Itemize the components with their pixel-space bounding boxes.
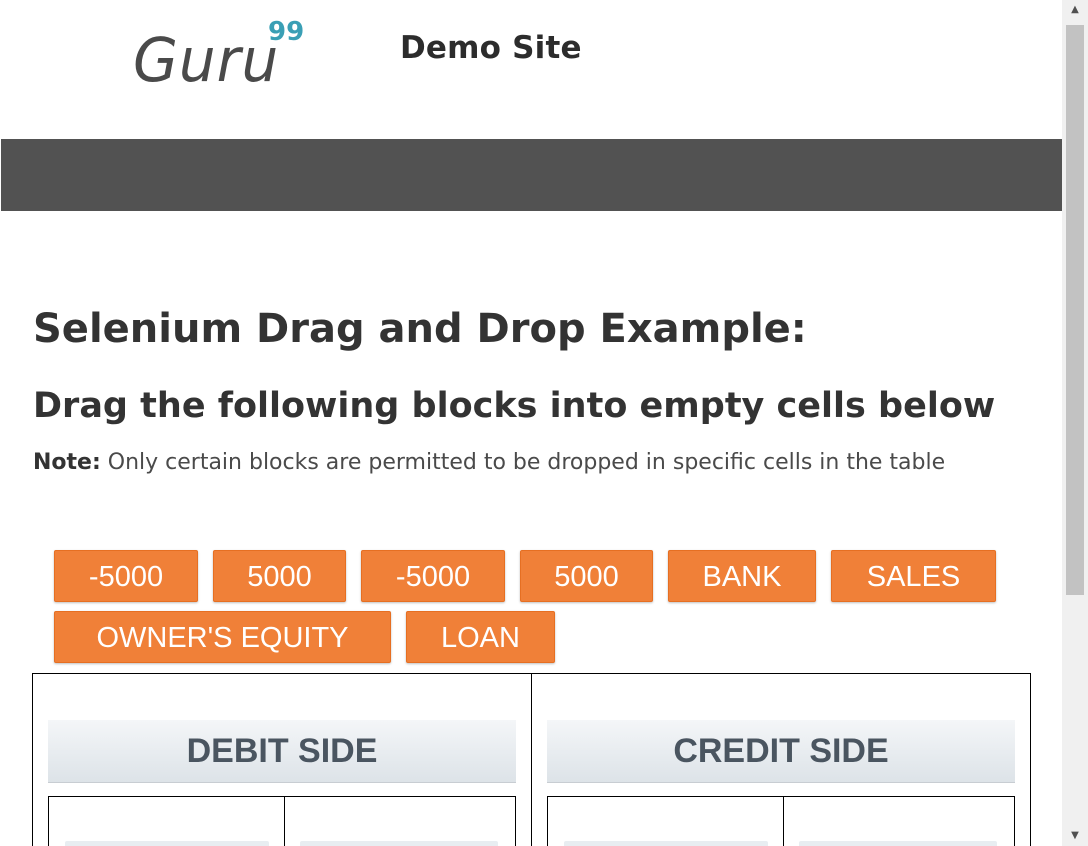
guru99-logo[interactable]: Guru 99 <box>133 14 313 88</box>
scroll-up-icon[interactable]: ▲ <box>1062 0 1088 20</box>
site-header: Guru 99 Demo Site <box>0 0 1062 138</box>
drag-block-owners-equity[interactable]: OWNER'S EQUITY <box>54 611 391 663</box>
page-title: Selenium Drag and Drop Example: <box>33 306 807 352</box>
drag-block-amount-minus-5000-1[interactable]: -5000 <box>54 550 198 602</box>
note-text: Only certain blocks are permitted to be … <box>100 450 946 475</box>
drag-block-bank[interactable]: BANK <box>668 550 816 602</box>
note-label: Note: <box>33 450 101 475</box>
scrollbar-thumb[interactable] <box>1066 25 1084 595</box>
credit-account-drop-cell[interactable] <box>564 841 768 846</box>
instruction-note: Note: Only certain blocks are permitted … <box>33 450 945 475</box>
debit-side-header: DEBIT SIDE <box>48 720 516 783</box>
credit-cell-divider <box>783 797 784 846</box>
credit-amount-drop-cell[interactable] <box>799 841 997 846</box>
page-subtitle: Drag the following blocks into empty cel… <box>33 386 996 426</box>
site-title: Demo Site <box>400 30 582 66</box>
navigation-bar <box>1 139 1062 211</box>
debit-cell-divider <box>284 797 285 846</box>
drag-block-loan[interactable]: LOAN <box>406 611 555 663</box>
page: Guru 99 Demo Site Selenium Drag and Drop… <box>0 0 1062 846</box>
ledger-table: DEBIT SIDE CREDIT SIDE <box>32 673 1031 846</box>
debit-drop-table <box>48 796 516 846</box>
logo-text: Guru <box>133 26 279 88</box>
vertical-scrollbar[interactable]: ▲ ▼ <box>1062 0 1088 846</box>
ledger-divider <box>531 674 532 846</box>
scroll-down-icon[interactable]: ▼ <box>1062 826 1088 846</box>
drag-block-amount-5000-1[interactable]: 5000 <box>213 550 346 602</box>
credit-drop-table <box>547 796 1015 846</box>
debit-amount-drop-cell[interactable] <box>300 841 498 846</box>
credit-side-header: CREDIT SIDE <box>547 720 1015 783</box>
drag-block-sales[interactable]: SALES <box>831 550 996 602</box>
drag-block-amount-minus-5000-2[interactable]: -5000 <box>361 550 505 602</box>
debit-account-drop-cell[interactable] <box>65 841 269 846</box>
logo-superscript: 99 <box>268 17 304 47</box>
drag-block-amount-5000-2[interactable]: 5000 <box>520 550 653 602</box>
